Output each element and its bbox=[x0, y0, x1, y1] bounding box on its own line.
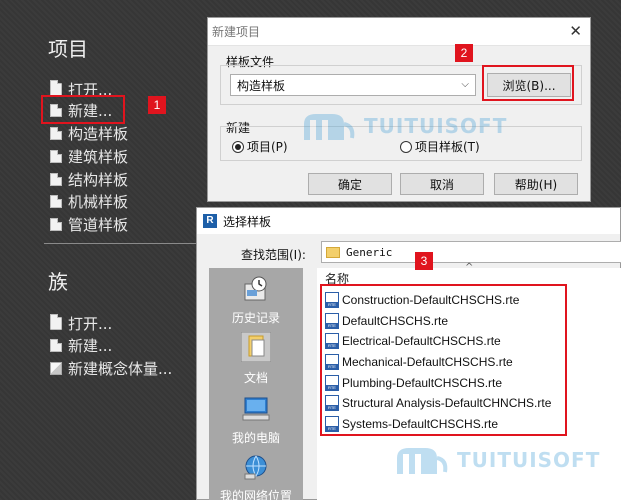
step-badge-1: 1 bbox=[148, 96, 166, 114]
place-documents[interactable]: 文档 bbox=[209, 331, 303, 386]
documents-icon bbox=[240, 331, 272, 363]
rte-file-icon bbox=[325, 313, 339, 329]
family-open-link[interactable]: 打开... bbox=[50, 313, 112, 333]
project-new-link[interactable]: 新建... bbox=[50, 100, 112, 120]
radio-selected-icon bbox=[232, 140, 244, 153]
document-icon bbox=[50, 194, 62, 208]
ok-button[interactable]: 确定 bbox=[308, 173, 392, 195]
place-my-computer[interactable]: 我的电脑 bbox=[209, 396, 303, 446]
watermark-text: TUITUISOFT bbox=[457, 448, 601, 472]
dialog-titlebar: R 选择样板 bbox=[197, 208, 620, 234]
chevron-down-icon: ⌵ bbox=[461, 79, 469, 90]
rte-file-icon bbox=[325, 395, 339, 411]
section-divider bbox=[44, 243, 204, 244]
construction-template-link[interactable]: 构造样板 bbox=[50, 123, 128, 143]
place-network[interactable]: 我的网络位置 bbox=[209, 454, 303, 500]
radio-project-template[interactable]: 项目样板(T) bbox=[400, 138, 480, 155]
dialog-titlebar: 新建项目 bbox=[208, 18, 590, 46]
families-title: 族 bbox=[48, 270, 68, 294]
radio-project[interactable]: 项目(P) bbox=[232, 138, 288, 155]
revit-logo-icon: R bbox=[203, 214, 217, 228]
new-document-icon bbox=[50, 338, 62, 352]
rte-file-icon bbox=[325, 416, 339, 432]
cube-icon bbox=[50, 361, 62, 375]
file-item[interactable]: Mechanical-DefaultCHSCHS.rte bbox=[325, 352, 513, 372]
radio-unselected-icon bbox=[400, 140, 412, 153]
mechanical-template-link[interactable]: 机械样板 bbox=[50, 191, 128, 211]
rte-file-icon bbox=[325, 354, 339, 370]
projects-title: 项目 bbox=[48, 37, 88, 61]
place-history[interactable]: 历史记录 bbox=[209, 276, 303, 326]
project-open-link[interactable]: 打开... bbox=[50, 79, 112, 99]
new-conceptual-mass-link[interactable]: 新建概念体量... bbox=[50, 358, 172, 378]
file-list: ^ 名称 Construction-DefaultCHSCHS.rte Defa… bbox=[317, 262, 621, 500]
document-icon bbox=[50, 149, 62, 163]
plumbing-template-link[interactable]: 管道样板 bbox=[50, 214, 128, 234]
select-template-dialog: R 选择样板 查找范围(I): Generic 历史记录 文档 我的电脑 我的网… bbox=[196, 207, 621, 500]
cancel-button[interactable]: 取消 bbox=[400, 173, 484, 195]
elephant-logo-icon bbox=[397, 448, 448, 474]
dialog-title: 新建项目 bbox=[212, 25, 261, 39]
history-icon bbox=[244, 276, 267, 301]
start-panel: 项目 打开... 新建... 构造样板 建筑样板 结构样板 机械样板 管道样板 … bbox=[0, 0, 205, 500]
document-icon bbox=[50, 217, 62, 231]
step-badge-2: 2 bbox=[455, 44, 473, 62]
column-header-name[interactable]: 名称 bbox=[325, 270, 349, 287]
file-item[interactable]: DefaultCHSCHS.rte bbox=[325, 311, 448, 331]
file-item[interactable]: Electrical-DefaultCHSCHS.rte bbox=[325, 331, 501, 351]
look-in-label: 查找范围(I): bbox=[241, 248, 306, 262]
step-badge-3: 3 bbox=[415, 252, 433, 270]
structural-template-link[interactable]: 结构样板 bbox=[50, 169, 128, 189]
new-document-icon bbox=[50, 103, 62, 117]
sort-ascending-icon: ^ bbox=[465, 262, 474, 273]
help-button[interactable]: 帮助(H) bbox=[494, 173, 578, 195]
file-item[interactable]: Construction-DefaultCHSCHS.rte bbox=[325, 290, 519, 310]
document-icon bbox=[50, 126, 62, 140]
folder-icon bbox=[50, 313, 62, 330]
computer-icon bbox=[242, 397, 270, 421]
template-select[interactable]: 构造样板 ⌵ bbox=[230, 74, 476, 96]
places-bar: 历史记录 文档 我的电脑 我的网络位置 bbox=[209, 268, 303, 500]
close-icon[interactable]: ✕ bbox=[569, 22, 582, 40]
folder-icon bbox=[326, 246, 340, 258]
file-item[interactable]: Plumbing-DefaultCHSCHS.rte bbox=[325, 373, 502, 393]
network-globe-icon bbox=[244, 455, 267, 480]
rte-file-icon bbox=[325, 333, 339, 349]
rte-file-icon bbox=[325, 292, 339, 308]
architecture-template-link[interactable]: 建筑样板 bbox=[50, 146, 128, 166]
watermark: TUITUISOFT bbox=[391, 440, 600, 480]
folder-icon bbox=[50, 79, 62, 96]
file-item[interactable]: Structural Analysis-DefaultCHNCHS.rte bbox=[325, 393, 551, 413]
file-item[interactable]: Systems-DefaultCHSCHS.rte bbox=[325, 414, 498, 434]
new-project-dialog: 新建项目 ✕ 样板文件 构造样板 ⌵ 浏览(B)... 新建 项目(P) 项目样… bbox=[207, 17, 591, 202]
family-new-link[interactable]: 新建... bbox=[50, 335, 112, 355]
rte-file-icon bbox=[325, 375, 339, 391]
dialog-title: 选择样板 bbox=[223, 214, 272, 229]
document-icon bbox=[50, 172, 62, 186]
look-in-select[interactable]: Generic bbox=[321, 241, 621, 263]
browse-button[interactable]: 浏览(B)... bbox=[487, 73, 571, 97]
